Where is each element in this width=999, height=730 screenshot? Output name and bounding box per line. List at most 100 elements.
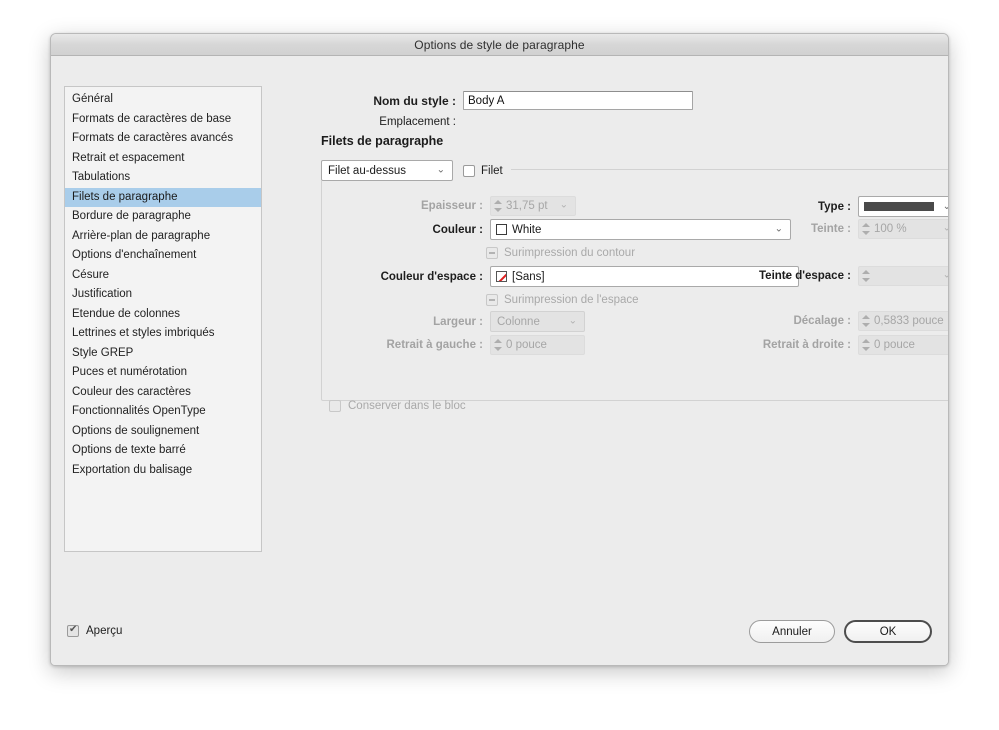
stepper-arrows-icon[interactable] xyxy=(493,199,502,213)
chevron-down-icon[interactable]: ⌄ xyxy=(943,223,948,234)
rule-position-select[interactable]: Filet au-dessus ⌄ xyxy=(321,160,453,181)
page-title: Filets de paragraphe xyxy=(321,134,444,148)
tint-value: 100 % xyxy=(874,223,907,235)
width-label: Largeur : xyxy=(433,315,483,328)
sidebar-item-basic-character-formats[interactable]: Formats de caractères de base xyxy=(65,110,261,130)
width-select[interactable]: Colonne ⌄ xyxy=(490,311,585,332)
sidebar-item-paragraph-rules[interactable]: Filets de paragraphe xyxy=(65,187,261,207)
color-row: Couleur : White ⌄ xyxy=(321,219,791,240)
dialog-title-bar: Options de style de paragraphe xyxy=(51,34,948,56)
chevron-down-icon[interactable]: ⌄ xyxy=(560,200,568,211)
color-label: Couleur : xyxy=(432,223,483,236)
sidebar-item-paragraph-shading[interactable]: Arrière-plan de paragraphe xyxy=(65,227,261,247)
dialog-body: Général Formats de caractères de base Fo… xyxy=(51,56,948,665)
sidebar-item-advanced-character-formats[interactable]: Formats de caractères avancés xyxy=(65,129,261,149)
sidebar-item-justification[interactable]: Justification xyxy=(65,285,261,305)
category-list[interactable]: Général Formats de caractères de base Fo… xyxy=(64,86,262,552)
paragraph-style-options-dialog: Options de style de paragraphe Général F… xyxy=(50,33,949,666)
left-indent-label: Retrait à gauche : xyxy=(386,339,484,351)
gap-tint-stepper[interactable]: ⌄ xyxy=(858,266,948,286)
tint-stepper[interactable]: 100 % ⌄ xyxy=(858,219,948,239)
overprint-gap-checkbox[interactable] xyxy=(486,294,498,306)
chevron-down-icon[interactable]: ⌄ xyxy=(943,200,948,211)
color-select[interactable]: White ⌄ xyxy=(490,219,791,240)
width-row: Largeur : Colonne ⌄ xyxy=(321,311,585,332)
cancel-button[interactable]: Annuler xyxy=(749,620,835,643)
solid-rule-preview-icon xyxy=(864,202,934,211)
preview-label: Aperçu xyxy=(86,625,123,637)
sidebar-item-hyphenation[interactable]: Césure xyxy=(65,266,261,286)
gap-color-label: Couleur d'espace : xyxy=(380,270,483,283)
sidebar-item-export-tagging[interactable]: Exportation du balisage xyxy=(65,461,261,481)
right-indent-value: 0 pouce xyxy=(874,339,915,351)
sidebar-item-bullets-numbering[interactable]: Puces et numérotation xyxy=(65,363,261,383)
type-label: Type : xyxy=(817,200,851,213)
sidebar-item-general[interactable]: Général xyxy=(65,90,261,110)
overprint-stroke-row[interactable]: Surimpression du contour xyxy=(321,247,635,259)
rule-enable-label: Filet xyxy=(481,164,503,177)
weight-row: Epaisseur : 31,75 pt ⌄ xyxy=(321,196,576,216)
stepper-arrows-icon[interactable] xyxy=(861,222,870,236)
stepper-arrows-icon[interactable] xyxy=(861,338,870,352)
gap-tint-label: Teinte d'espace : xyxy=(759,270,851,282)
dialog-title: Options de style de paragraphe xyxy=(414,37,585,52)
weight-value: 31,75 pt xyxy=(506,200,548,212)
keep-in-frame-label: Conserver dans le bloc xyxy=(348,400,466,412)
color-value: White xyxy=(512,223,542,236)
stepper-arrows-icon[interactable] xyxy=(861,314,870,328)
chevron-down-icon[interactable]: ⌄ xyxy=(943,270,948,281)
rule-enable-row[interactable]: Filet xyxy=(463,164,503,177)
tint-label: Teinte : xyxy=(810,223,851,235)
chevron-down-icon[interactable]: ⌄ xyxy=(569,316,577,326)
preview-checkbox[interactable] xyxy=(67,624,79,637)
preview-row[interactable]: Aperçu xyxy=(67,624,123,637)
rule-position-row: Filet au-dessus ⌄ Filet xyxy=(321,160,511,181)
keep-in-frame-row[interactable]: Conserver dans le bloc xyxy=(329,400,466,412)
style-name-row: Nom du style : xyxy=(271,91,948,110)
left-indent-stepper[interactable]: 0 pouce xyxy=(490,335,585,355)
chevron-down-icon: ⌄ xyxy=(436,164,445,175)
sidebar-item-opentype-features[interactable]: Fonctionnalités OpenType xyxy=(65,402,261,422)
sidebar-item-span-columns[interactable]: Etendue de colonnes xyxy=(65,305,261,325)
ok-button[interactable]: OK xyxy=(844,620,932,643)
sidebar-item-keep-options[interactable]: Options d'enchaînement xyxy=(65,246,261,266)
white-swatch-icon xyxy=(496,224,507,235)
offset-value: 0,5833 pouce xyxy=(874,315,944,327)
type-row: Type : ⌄ xyxy=(761,196,948,217)
sidebar-item-strikethrough-options[interactable]: Options de texte barré xyxy=(65,441,261,461)
rule-position-value: Filet au-dessus xyxy=(328,164,406,177)
stepper-arrows-icon[interactable] xyxy=(861,269,870,283)
sidebar-item-drop-caps-nested-styles[interactable]: Lettrines et styles imbriqués xyxy=(65,324,261,344)
right-indent-label: Retrait à droite : xyxy=(762,339,851,351)
offset-stepper[interactable]: 0,5833 pouce xyxy=(858,311,948,331)
style-name-input[interactable] xyxy=(463,91,693,110)
rule-enable-checkbox[interactable] xyxy=(463,164,475,177)
location-row: Emplacement : xyxy=(271,116,948,128)
sidebar-item-grep-style[interactable]: Style GREP xyxy=(65,344,261,364)
width-value: Colonne xyxy=(497,315,540,328)
sidebar-item-character-color[interactable]: Couleur des caractères xyxy=(65,383,261,403)
right-indent-stepper[interactable]: 0 pouce xyxy=(858,335,948,355)
offset-row: Décalage : 0,5833 pouce xyxy=(711,311,948,331)
options-pane: Nom du style : Emplacement : Filets de p… xyxy=(271,56,948,665)
gap-tint-row: Teinte d'espace : ⌄ xyxy=(711,266,948,286)
type-select[interactable]: ⌄ xyxy=(858,196,948,217)
sidebar-item-indents-and-spacing[interactable]: Retrait et espacement xyxy=(65,149,261,169)
tint-row: Teinte : 100 % ⌄ xyxy=(761,219,948,239)
left-indent-row: Retrait à gauche : 0 pouce xyxy=(321,335,585,355)
overprint-stroke-checkbox[interactable] xyxy=(486,247,498,259)
sidebar-item-tabs[interactable]: Tabulations xyxy=(65,168,261,188)
location-label: Emplacement : xyxy=(379,116,456,128)
gap-color-value: [Sans] xyxy=(512,270,545,283)
stepper-arrows-icon[interactable] xyxy=(493,338,502,352)
offset-label: Décalage : xyxy=(793,315,851,327)
overprint-gap-row[interactable]: Surimpression de l'espace xyxy=(321,294,639,306)
style-name-label: Nom du style : xyxy=(373,93,456,108)
keep-in-frame-checkbox[interactable] xyxy=(329,400,341,412)
none-swatch-icon xyxy=(496,271,507,282)
overprint-gap-label: Surimpression de l'espace xyxy=(504,294,639,306)
sidebar-item-underline-options[interactable]: Options de soulignement xyxy=(65,422,261,442)
dialog-buttons: Annuler OK xyxy=(749,620,932,643)
weight-stepper[interactable]: 31,75 pt ⌄ xyxy=(490,196,576,216)
sidebar-item-paragraph-border[interactable]: Bordure de paragraphe xyxy=(65,207,261,227)
